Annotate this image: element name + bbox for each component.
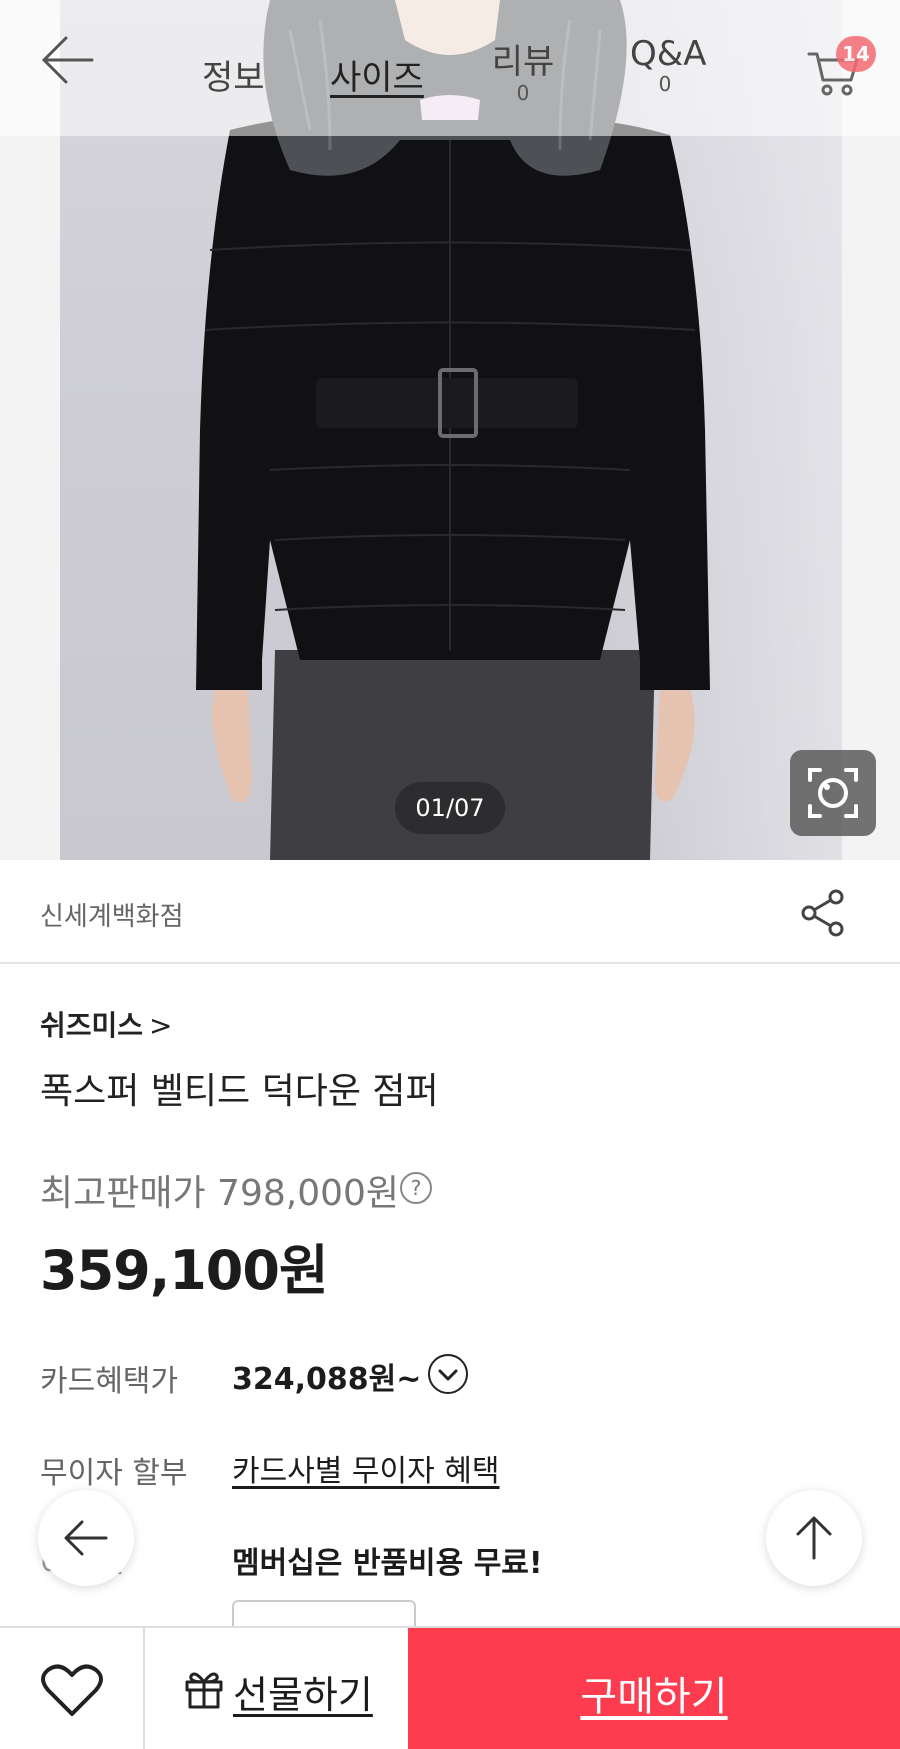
tab-review-count: 0: [516, 81, 530, 105]
chevron-down-glyph: [438, 1369, 458, 1381]
top-navigation: 정보 사이즈 리뷰 0 Q&A 0 14: [0, 0, 900, 136]
brand-link[interactable]: 쉬즈미스 >: [40, 1004, 173, 1044]
tab-size[interactable]: 사이즈: [330, 50, 424, 99]
gift-button-label: 선물하기: [233, 1673, 373, 1717]
image-search-button[interactable]: [790, 750, 876, 836]
arrow-up-icon: [796, 1516, 832, 1560]
question-mark-icon[interactable]: ?: [400, 1172, 432, 1204]
original-price: 최고판매가 798,000원: [40, 1173, 400, 1214]
sale-price: 359,100원: [40, 1239, 329, 1302]
chevron-down-icon[interactable]: [428, 1354, 468, 1394]
brand-name: 쉬즈미스: [40, 1009, 144, 1042]
image-counter: 01/07: [395, 782, 505, 834]
tab-qna-label: Q&A: [630, 34, 707, 74]
wishlist-button[interactable]: [0, 1628, 145, 1749]
brand-chevron: >: [149, 1009, 173, 1042]
buy-button-label: 구매하기: [580, 1674, 728, 1720]
scroll-to-top-button[interactable]: [766, 1490, 862, 1586]
arrow-left-icon: [64, 1520, 108, 1556]
card-benefit-price: 324,088원~: [232, 1362, 422, 1397]
card-benefit-label: 카드혜택가: [40, 1364, 178, 1399]
tab-info[interactable]: 정보: [202, 50, 265, 99]
tab-qna[interactable]: Q&A 0: [630, 34, 707, 96]
store-row: 신세계백화점: [0, 860, 900, 964]
gift-button[interactable]: 선물하기: [145, 1628, 408, 1749]
installment-label: 무이자 할부: [40, 1456, 188, 1491]
tab-qna-count: 0: [658, 72, 672, 96]
back-arrow-icon[interactable]: [38, 30, 98, 90]
installment-link[interactable]: 카드사별 무이자 혜택: [232, 1446, 499, 1490]
product-title: 폭스퍼 벨티드 덕다운 점퍼: [40, 1071, 439, 1112]
heart-icon: [41, 1664, 103, 1716]
tab-size-label: 사이즈: [330, 58, 424, 98]
tab-info-label: 정보: [202, 58, 265, 98]
bottom-action-bar: 선물하기 구매하기: [0, 1626, 900, 1749]
store-name[interactable]: 신세계백화점: [40, 896, 184, 933]
tab-review-label: 리뷰: [491, 42, 555, 82]
floating-back-button[interactable]: [38, 1490, 134, 1586]
gift-icon: [185, 1672, 223, 1709]
event-text: 멤버십은 반품비용 무료!: [232, 1546, 543, 1581]
camera-lens-icon: [808, 768, 858, 818]
buy-button[interactable]: 구매하기: [408, 1628, 900, 1749]
tab-review[interactable]: 리뷰 0: [490, 34, 556, 105]
share-icon[interactable]: [800, 888, 846, 938]
cart-count-badge: 14: [836, 36, 876, 72]
